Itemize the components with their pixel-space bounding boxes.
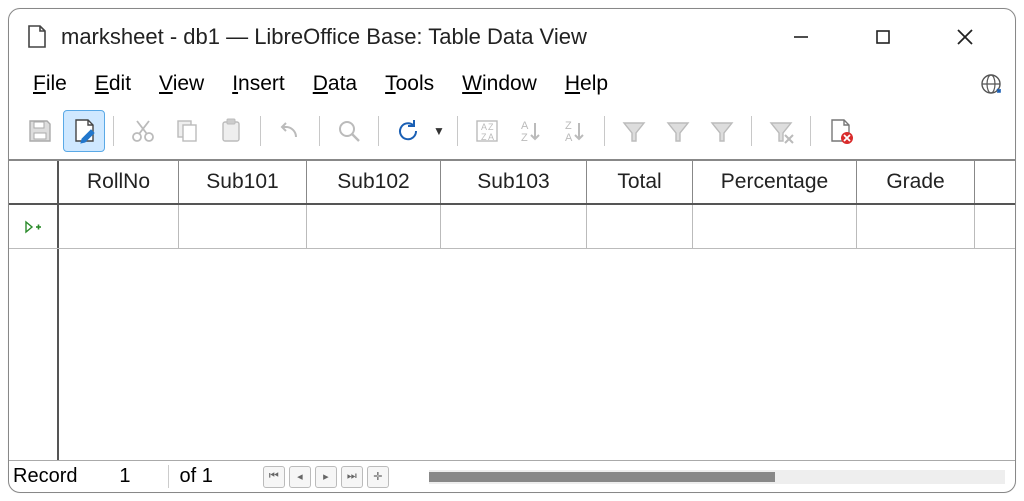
- column-header-total[interactable]: Total: [587, 161, 693, 203]
- menubar: File Edit View Insert Data Tools Window …: [9, 65, 1015, 103]
- cut-button[interactable]: [122, 110, 164, 152]
- horizontal-scrollbar[interactable]: [429, 470, 1005, 484]
- next-record-button[interactable]: ▸: [315, 466, 337, 488]
- window-title: marksheet - db1 — LibreOffice Base: Tabl…: [61, 24, 779, 50]
- menu-help[interactable]: Help: [551, 68, 622, 100]
- sort-asc-button[interactable]: AZ: [510, 110, 552, 152]
- menu-window[interactable]: Window: [448, 68, 551, 100]
- svg-text:A: A: [521, 120, 529, 132]
- cell-sub101[interactable]: [179, 205, 307, 248]
- last-record-button[interactable]: ⏭: [341, 466, 363, 488]
- record-navigator: Record 1 of 1 ⏮ ◂ ▸ ⏭ ✛: [9, 460, 1015, 492]
- svg-text:A: A: [481, 122, 487, 132]
- table-grid[interactable]: RollNo Sub101 Sub102 Sub103 Total Percen…: [9, 159, 1015, 460]
- refresh-dropdown[interactable]: ▼: [433, 124, 445, 138]
- menu-data[interactable]: Data: [299, 68, 371, 100]
- prev-record-button[interactable]: ◂: [289, 466, 311, 488]
- separator: [604, 116, 605, 146]
- toolbar: ▼ AZZA AZ ZA: [9, 103, 1015, 159]
- save-button[interactable]: [19, 110, 61, 152]
- row-selector-header[interactable]: [9, 161, 59, 203]
- minimize-button[interactable]: [779, 21, 823, 53]
- column-header-blank: [975, 161, 1015, 203]
- sort-desc-button[interactable]: ZA: [554, 110, 596, 152]
- autofilter-button[interactable]: [613, 110, 655, 152]
- record-total: of 1: [169, 465, 222, 488]
- record-nav-buttons: ⏮ ◂ ▸ ⏭ ✛: [263, 466, 389, 488]
- separator: [113, 116, 114, 146]
- svg-text:Z: Z: [481, 132, 487, 142]
- cell-rollno[interactable]: [59, 205, 179, 248]
- undo-button[interactable]: [269, 110, 311, 152]
- globe-icon[interactable]: [977, 73, 1005, 95]
- row-selector-column: [9, 249, 59, 460]
- paste-button[interactable]: [210, 110, 252, 152]
- table-row[interactable]: [9, 205, 1015, 249]
- menu-file[interactable]: File: [19, 68, 81, 100]
- column-header-rollno[interactable]: RollNo: [59, 161, 179, 203]
- column-header-sub101[interactable]: Sub101: [179, 161, 307, 203]
- cell-total[interactable]: [587, 205, 693, 248]
- column-header-sub103[interactable]: Sub103: [441, 161, 587, 203]
- cell-sub102[interactable]: [307, 205, 441, 248]
- menu-insert[interactable]: Insert: [218, 68, 299, 100]
- titlebar: marksheet - db1 — LibreOffice Base: Tabl…: [9, 9, 1015, 65]
- menu-view[interactable]: View: [145, 68, 218, 100]
- cell-sub103[interactable]: [441, 205, 587, 248]
- close-button[interactable]: [943, 21, 987, 53]
- separator: [260, 116, 261, 146]
- find-button[interactable]: [328, 110, 370, 152]
- separator: [751, 116, 752, 146]
- record-number[interactable]: 1: [81, 465, 169, 488]
- new-row-marker[interactable]: [9, 205, 59, 248]
- column-header-row: RollNo Sub101 Sub102 Sub103 Total Percen…: [9, 161, 1015, 205]
- svg-text:Z: Z: [521, 132, 528, 144]
- column-header-sub102[interactable]: Sub102: [307, 161, 441, 203]
- new-record-button[interactable]: ✛: [367, 466, 389, 488]
- refresh-button[interactable]: [387, 110, 429, 152]
- first-record-button[interactable]: ⏮: [263, 466, 285, 488]
- separator: [457, 116, 458, 146]
- document-icon: [27, 24, 49, 50]
- apply-filter-button[interactable]: [657, 110, 699, 152]
- sort-button[interactable]: AZZA: [466, 110, 508, 152]
- remove-filter-button[interactable]: [760, 110, 802, 152]
- svg-text:A: A: [565, 132, 573, 144]
- window-controls: [779, 21, 997, 53]
- svg-text:Z: Z: [488, 122, 494, 132]
- cell-percentage[interactable]: [693, 205, 857, 248]
- record-label: Record: [9, 465, 81, 488]
- grid-empty-area: [9, 249, 1015, 460]
- svg-text:Z: Z: [565, 120, 572, 132]
- delete-record-button[interactable]: [819, 110, 861, 152]
- menu-tools[interactable]: Tools: [371, 68, 448, 100]
- cell-grade[interactable]: [857, 205, 975, 248]
- separator: [810, 116, 811, 146]
- svg-text:A: A: [488, 132, 494, 142]
- menu-edit[interactable]: Edit: [81, 68, 145, 100]
- standard-filter-button[interactable]: [701, 110, 743, 152]
- column-header-percentage[interactable]: Percentage: [693, 161, 857, 203]
- copy-button[interactable]: [166, 110, 208, 152]
- app-window: marksheet - db1 — LibreOffice Base: Tabl…: [8, 8, 1016, 493]
- scrollbar-thumb[interactable]: [429, 472, 775, 482]
- edit-data-button[interactable]: [63, 110, 105, 152]
- column-header-grade[interactable]: Grade: [857, 161, 975, 203]
- maximize-button[interactable]: [861, 21, 905, 53]
- separator: [378, 116, 379, 146]
- separator: [319, 116, 320, 146]
